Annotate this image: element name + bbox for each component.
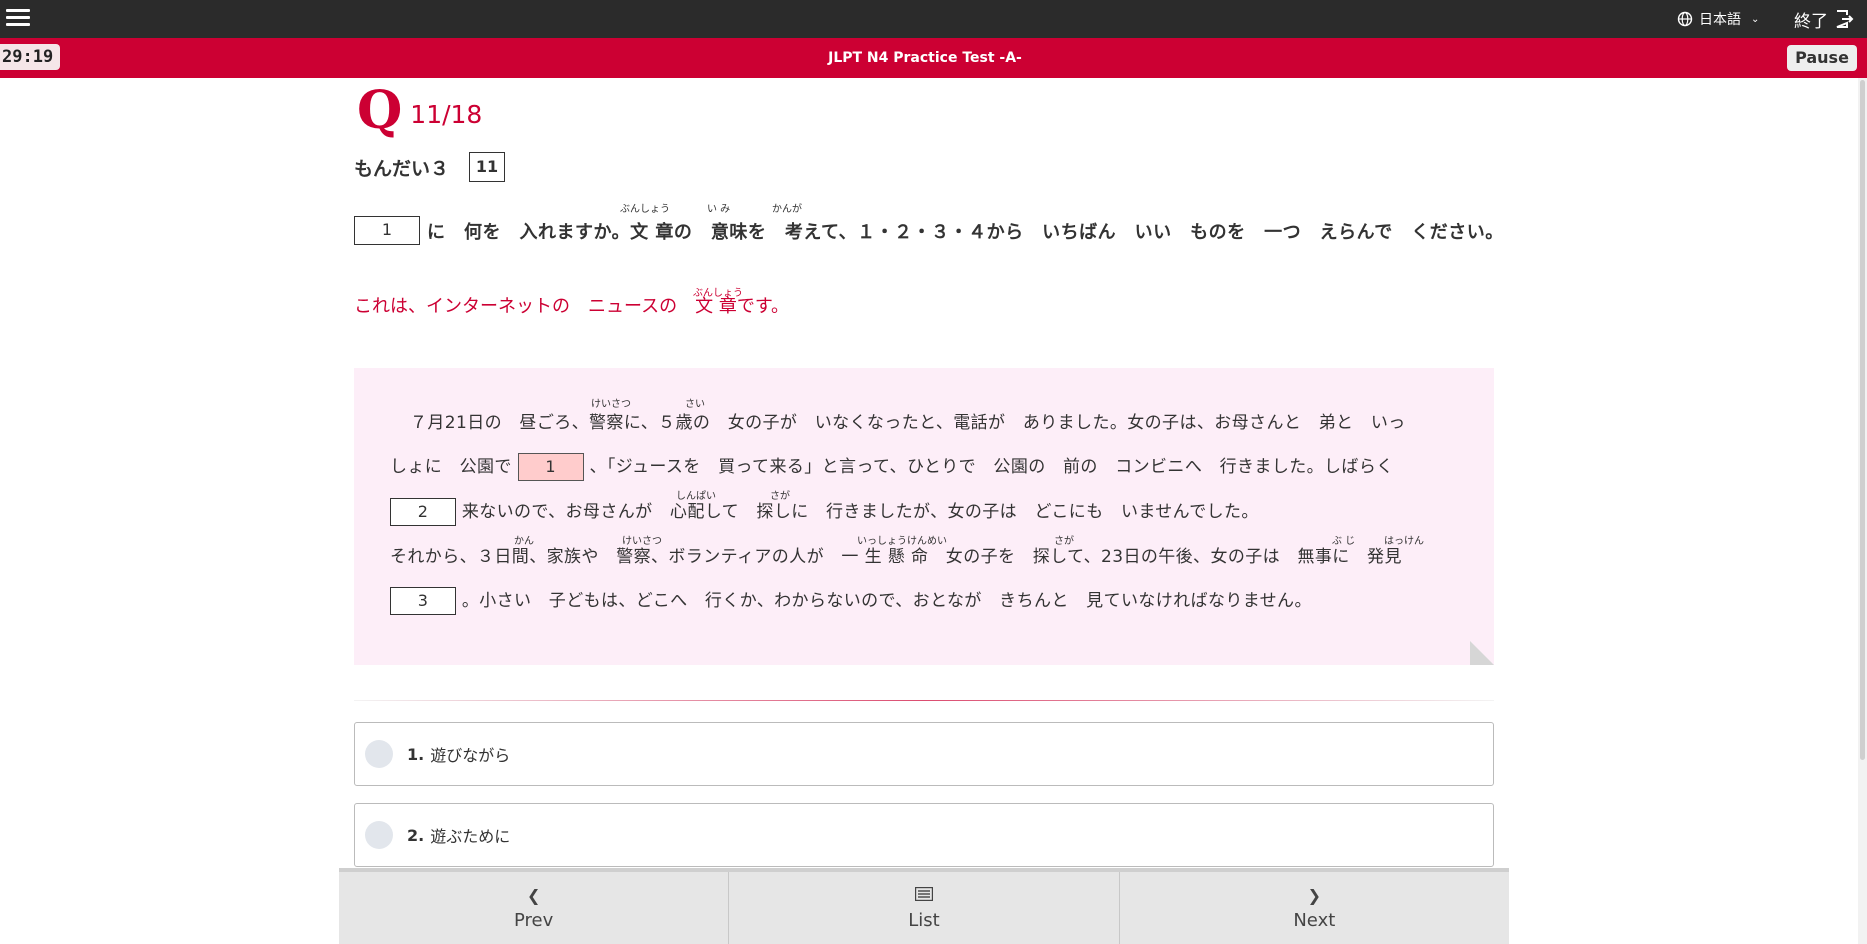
- list-label: List: [908, 909, 940, 931]
- instruction-blank: 1: [354, 216, 420, 245]
- next-button[interactable]: ❯ Next: [1120, 872, 1509, 944]
- finish-label: 終了: [1794, 11, 1828, 32]
- section-divider: [354, 700, 1494, 701]
- blank-3[interactable]: 3: [390, 587, 456, 615]
- top-bar: 日本語 ⌄ 終了: [0, 0, 1867, 38]
- section-title: もんだい３: [354, 157, 450, 180]
- ruby-bunsho: ぶんしょう: [620, 204, 670, 215]
- intro-text: これは、インターネットの ニュースの 文 章です。: [354, 296, 790, 317]
- question-number-box: 11: [469, 152, 506, 182]
- q-mark: Q: [357, 80, 403, 141]
- blank-1[interactable]: 1: [517, 453, 584, 481]
- passage-line-1: ７月21日の 昼ごろ、警察に、５歳の 女の子が いなくなったと、電話が ありまし…: [410, 413, 1406, 433]
- instruction-text: に 何を 入れますか。文 章の 意味を 考えて、１・２・３・４から いちばん い…: [427, 222, 1504, 243]
- bottom-navigation: ❮ Prev List ❯ Next: [339, 868, 1509, 944]
- option-text: 遊びながら: [430, 746, 511, 765]
- page-fold-corner: [1470, 641, 1494, 665]
- ruby-intro-bunsho: ぶんしょう: [693, 288, 743, 299]
- ruby-kangae: かんが: [772, 204, 802, 215]
- test-title: JLPT N4 Practice Test -A-: [828, 50, 1022, 66]
- next-label: Next: [1293, 909, 1336, 931]
- passage-line-3-text: 来ないので、お母さんが 心配して 探しに 行きましたが、女の子は どこにも いま…: [461, 502, 1259, 522]
- exit-icon: [1836, 10, 1854, 28]
- passage-line-4: それから、３日間、家族や 警察、ボランティアの人が 一 生 懸 命 女の子を 探…: [390, 547, 1402, 567]
- prev-button[interactable]: ❮ Prev: [339, 872, 730, 944]
- answer-option-1[interactable]: 1. 遊びながら: [354, 722, 1494, 786]
- section-label: もんだい３ 11: [354, 152, 506, 182]
- passage-line-2: しょに 公園で 1 、「ジュースを 買って来る」と言って、ひとりで 公園の 前の…: [390, 452, 1394, 481]
- blank-2[interactable]: 2: [390, 498, 456, 526]
- scrollbar-thumb[interactable]: [1860, 80, 1865, 760]
- chevron-down-icon: ⌄: [1751, 13, 1760, 25]
- list-button[interactable]: List: [729, 872, 1120, 944]
- language-selector[interactable]: 日本語 ⌄: [1677, 8, 1759, 30]
- radio-button[interactable]: [365, 821, 393, 849]
- option-text: 遊ぶために: [430, 827, 511, 846]
- passage-line-3: 2 来ないので、お母さんが 心配して 探しに 行きましたが、女の子は どこにも …: [390, 497, 1259, 526]
- chevron-left-icon: ❮: [526, 885, 541, 905]
- question-counter: 11/18: [410, 100, 483, 129]
- globe-icon: [1677, 11, 1693, 27]
- finish-button[interactable]: 終了: [1794, 6, 1854, 32]
- passage-line-5: 3 。小さい 子どもは、どこへ 行くか、わからないので、おとなが きちんと 見て…: [390, 586, 1312, 615]
- instruction: ぶんしょう い み かんが 1 に 何を 入れますか。文 章の 意味を 考えて、…: [354, 198, 1503, 248]
- language-label: 日本語: [1699, 12, 1741, 28]
- menu-icon[interactable]: [6, 9, 30, 29]
- test-header: 29:19 JLPT N4 Practice Test -A- Pause: [0, 38, 1867, 78]
- passage-intro: ぶんしょう これは、インターネットの ニュースの 文 章です。: [354, 288, 790, 318]
- radio-button[interactable]: [365, 740, 393, 768]
- option-number: 1.: [407, 744, 425, 764]
- list-icon: [914, 886, 934, 906]
- passage-line-5-text: 。小さい 子どもは、どこへ 行くか、わからないので、おとなが きちんと 見ていな…: [461, 591, 1312, 611]
- ruby-imi: い み: [707, 204, 731, 215]
- passage-line-2b: 、「ジュースを 買って来る」と言って、ひとりで 公園の 前の コンビニへ 行きま…: [589, 457, 1394, 477]
- reading-passage: けいさつ さい ７月21日の 昼ごろ、警察に、５歳の 女の子が いなくなったと、…: [354, 368, 1494, 665]
- option-number: 2.: [407, 825, 425, 845]
- pause-button[interactable]: Pause: [1787, 45, 1857, 71]
- passage-line-2a: しょに 公園で: [390, 457, 512, 477]
- chevron-right-icon: ❯: [1307, 885, 1322, 905]
- answer-option-2[interactable]: 2. 遊ぶために: [354, 803, 1494, 867]
- prev-label: Prev: [514, 909, 554, 931]
- question-heading: Q 11/18: [357, 85, 482, 137]
